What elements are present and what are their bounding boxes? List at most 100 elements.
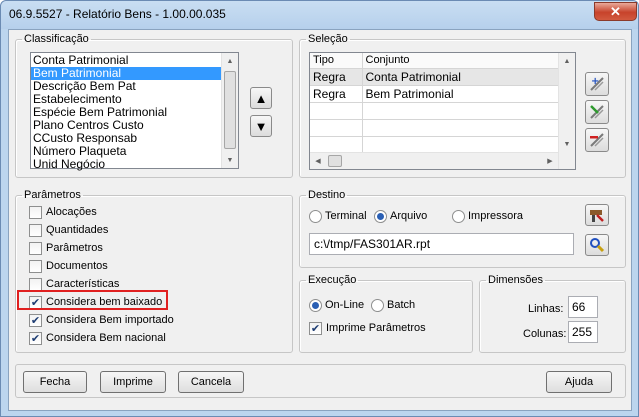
cell-tipo[interactable]: Regra (310, 68, 363, 86)
fecha-button[interactable]: Fecha (23, 371, 87, 393)
table-row[interactable] (310, 136, 559, 154)
dialog-body: Classificação Conta Patrimonial Bem Patri… (8, 29, 632, 411)
column-header-tipo[interactable]: Tipo (310, 53, 363, 69)
radio-button[interactable] (309, 209, 322, 223)
table-row[interactable] (310, 119, 559, 137)
cell-conjunto[interactable]: Bem Patrimonial (362, 85, 559, 103)
radio-option[interactable]: Arquivo (374, 208, 427, 224)
scroll-thumb[interactable] (224, 71, 236, 149)
radio-option[interactable]: Batch (371, 297, 415, 313)
checkbox-label: Considera Bem nacional (46, 332, 166, 344)
remove-rule-icon (590, 133, 604, 147)
classificacao-legend: Classificação (24, 33, 89, 45)
execucao-group: Execução (299, 274, 473, 353)
selecao-hscrollbar[interactable]: ◀ ▶ (310, 152, 558, 169)
checkbox-label: Parâmetros (46, 242, 103, 254)
colunas-input[interactable]: 255 (568, 321, 598, 343)
file-search-icon (590, 238, 605, 253)
colunas-label: Colunas: (523, 328, 567, 340)
radio-option[interactable]: Impressora (452, 208, 523, 224)
title-bar[interactable]: 06.9.5527 - Relatório Bens - 1.00.00.035… (1, 1, 638, 29)
cell-conjunto[interactable]: Conta Patrimonial (362, 68, 559, 86)
parametro-checkbox[interactable]: Quantidades (29, 222, 108, 238)
checkbox-box[interactable] (29, 205, 42, 219)
checkbox-box[interactable] (29, 259, 42, 273)
add-rule-icon: + (590, 76, 604, 91)
cell-tipo[interactable]: Regra (310, 85, 363, 103)
report-window: 06.9.5527 - Relatório Bens - 1.00.00.035… (0, 0, 639, 417)
radio-label: Terminal (325, 210, 367, 222)
selecao-grid[interactable]: Tipo Conjunto Regra Conta Patrimonial Regr… (309, 52, 576, 170)
printer-config-icon (590, 210, 604, 222)
parametro-checkbox[interactable]: Alocações (29, 204, 97, 220)
execucao-legend: Execução (308, 274, 357, 286)
dimensoes-legend: Dimensões (488, 274, 544, 286)
checkbox-box[interactable]: ✔ (29, 331, 42, 345)
table-row[interactable] (310, 102, 559, 120)
close-icon: ✕ (610, 3, 621, 19)
checkbox-box[interactable] (29, 241, 42, 255)
imprime-parametros-label: Imprime Parâmetros (326, 322, 426, 334)
checkbox-box[interactable] (29, 277, 42, 291)
highlight-box (17, 290, 168, 310)
checkbox-label: Documentos (46, 260, 108, 272)
list-item[interactable]: Unid Negócio (31, 158, 221, 171)
selecao-legend: Seleção (308, 33, 348, 45)
cell-conjunto[interactable] (362, 136, 559, 154)
scroll-down-arrow-icon[interactable]: ▼ (222, 152, 238, 168)
table-row[interactable]: Regra Bem Patrimonial (310, 85, 559, 103)
cancela-button[interactable]: Cancela (178, 371, 244, 393)
close-button[interactable]: ✕ (594, 2, 637, 21)
cell-conjunto[interactable] (362, 119, 559, 137)
window-title: 06.9.5527 - Relatório Bens - 1.00.00.035 (9, 7, 226, 21)
scroll-left-arrow-icon[interactable]: ◀ (310, 153, 326, 169)
checkbox-box[interactable]: ✔ (309, 321, 322, 335)
remove-rule-button[interactable] (585, 128, 609, 152)
linhas-label: Linhas: (528, 303, 564, 315)
file-search-button[interactable] (585, 234, 609, 256)
file-path-input[interactable]: c:\/tmp/FAS301AR.rpt (309, 233, 574, 255)
radio-button[interactable] (371, 298, 384, 312)
cell-conjunto[interactable] (362, 102, 559, 120)
cell-tipo[interactable] (310, 102, 363, 120)
destino-group: Destino (299, 189, 626, 268)
imprime-button[interactable]: Imprime (100, 371, 166, 393)
move-up-button[interactable]: ▲ (250, 87, 272, 109)
parametro-checkbox[interactable]: Documentos (29, 258, 108, 274)
cell-tipo[interactable] (310, 136, 363, 154)
radio-option[interactable]: On-Line (309, 297, 364, 313)
radio-button[interactable] (452, 209, 465, 223)
column-header-conjunto[interactable]: Conjunto (362, 53, 559, 69)
scroll-down-arrow-icon[interactable]: ▼ (559, 136, 575, 152)
linhas-input[interactable]: 66 (568, 296, 598, 318)
printer-config-button[interactable] (585, 204, 609, 226)
edit-rule-button[interactable] (585, 100, 609, 124)
radio-label: Batch (387, 299, 416, 311)
classificacao-listbox[interactable]: Conta Patrimonial Bem Patrimonial Descriçã… (30, 52, 239, 171)
checkbox-label: Características (46, 278, 120, 290)
radio-button[interactable] (309, 298, 322, 312)
selecao-vscrollbar[interactable]: ▲ ▼ (558, 53, 575, 169)
scroll-up-arrow-icon[interactable]: ▲ (559, 53, 575, 69)
checkbox-box[interactable] (29, 223, 42, 237)
h-scroll-thumb[interactable] (328, 155, 342, 167)
parametro-checkbox[interactable]: ✔ Considera Bem importado (29, 312, 174, 328)
add-rule-button[interactable]: + (585, 72, 609, 96)
scroll-right-arrow-icon[interactable]: ▶ (542, 153, 558, 169)
radio-option[interactable]: Terminal (309, 208, 367, 224)
radio-button[interactable] (374, 209, 387, 223)
checkbox-box[interactable]: ✔ (29, 313, 42, 327)
radio-label: Arquivo (390, 210, 428, 222)
table-row[interactable]: Regra Conta Patrimonial (310, 68, 559, 86)
svg-text:+: + (591, 76, 599, 87)
imprime-parametros-checkbox[interactable]: ✔ Imprime Parâmetros (309, 320, 426, 336)
cell-tipo[interactable] (310, 119, 363, 137)
move-down-button[interactable]: ▼ (250, 115, 272, 137)
parametro-checkbox[interactable]: Parâmetros (29, 240, 103, 256)
triangle-up-icon: ▲ (254, 90, 268, 106)
scroll-up-arrow-icon[interactable]: ▲ (222, 53, 238, 69)
classificacao-scrollbar[interactable]: ▲ ▼ (221, 53, 238, 168)
ajuda-button[interactable]: Ajuda (546, 371, 612, 393)
parametro-checkbox[interactable]: ✔ Considera Bem nacional (29, 330, 166, 346)
parametros-legend: Parâmetros (24, 189, 81, 201)
